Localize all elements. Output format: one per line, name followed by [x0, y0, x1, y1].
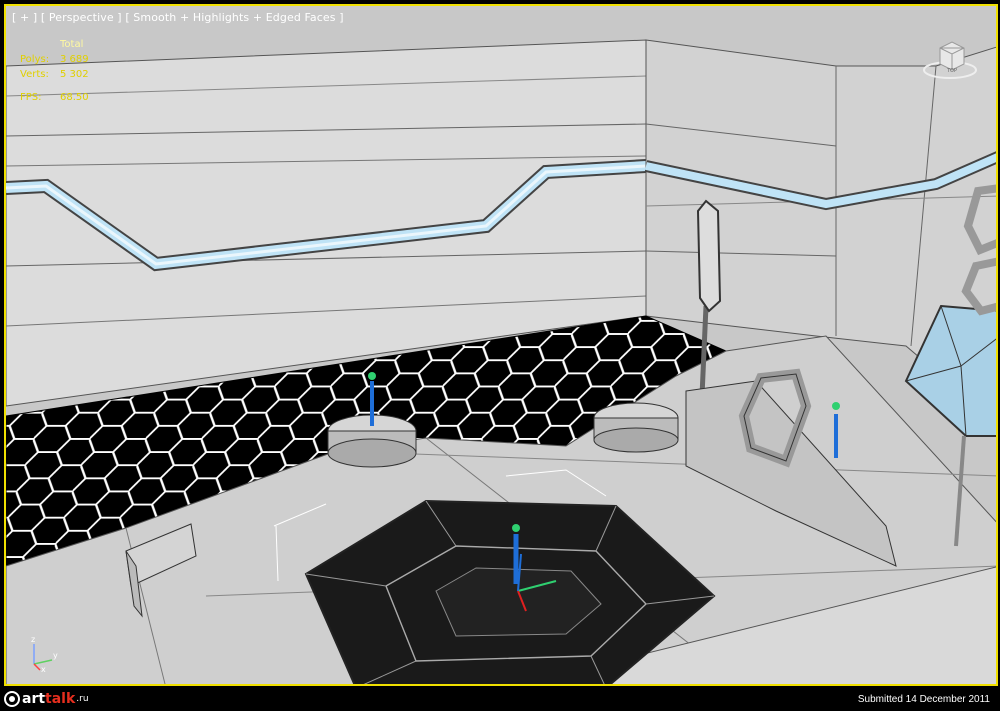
- viewport-label: [ + ] [ Perspective ] [ Smooth + Highlig…: [12, 11, 344, 24]
- viewport-view-menu[interactable]: [ Perspective ]: [41, 11, 122, 24]
- logo-icon: [4, 691, 20, 707]
- logo-accent: talk: [45, 691, 76, 707]
- axis-z-label: z: [31, 635, 35, 644]
- stats-header: Total: [60, 39, 84, 50]
- axis-tripod-icon: z y x: [26, 632, 66, 672]
- perspective-viewport[interactable]: [ + ] [ Perspective ] [ Smooth + Highlig…: [4, 4, 998, 686]
- stats-fps-value: 68.50: [60, 92, 89, 103]
- axis-x-label: x: [41, 665, 46, 672]
- stats-polys-label: Polys:: [20, 54, 50, 65]
- app-window: [ + ] [ Perspective ] [ Smooth + Highlig…: [0, 0, 1000, 711]
- logo-main: art: [22, 691, 46, 707]
- submitted-date: Submitted 14 December 2011: [857, 694, 990, 705]
- stats-verts-value: 5 302: [60, 69, 89, 80]
- stats-fps-label: FPS:: [20, 92, 42, 103]
- viewcube-face-label: TOP: [946, 68, 957, 74]
- logo-suffix: .ru: [76, 694, 89, 704]
- pedestal-right: [593, 402, 679, 453]
- site-logo: art talk .ru: [4, 690, 89, 708]
- stats-polys-value: 3 689: [60, 54, 89, 65]
- stats-verts-label: Verts:: [20, 69, 49, 80]
- viewcube-icon[interactable]: TOP: [922, 40, 978, 82]
- axis-y-label: y: [53, 651, 58, 660]
- viewport-shading-menu[interactable]: [ Smooth + Highlights + Edged Faces ]: [125, 11, 343, 24]
- viewport-menu-plus[interactable]: [ + ]: [12, 11, 37, 24]
- statistics-overlay: Total Polys: 3 689 Verts: 5 302 FPS: 68.…: [20, 37, 110, 105]
- scene-render[interactable]: [6, 6, 998, 686]
- footer-bar: [0, 686, 1000, 711]
